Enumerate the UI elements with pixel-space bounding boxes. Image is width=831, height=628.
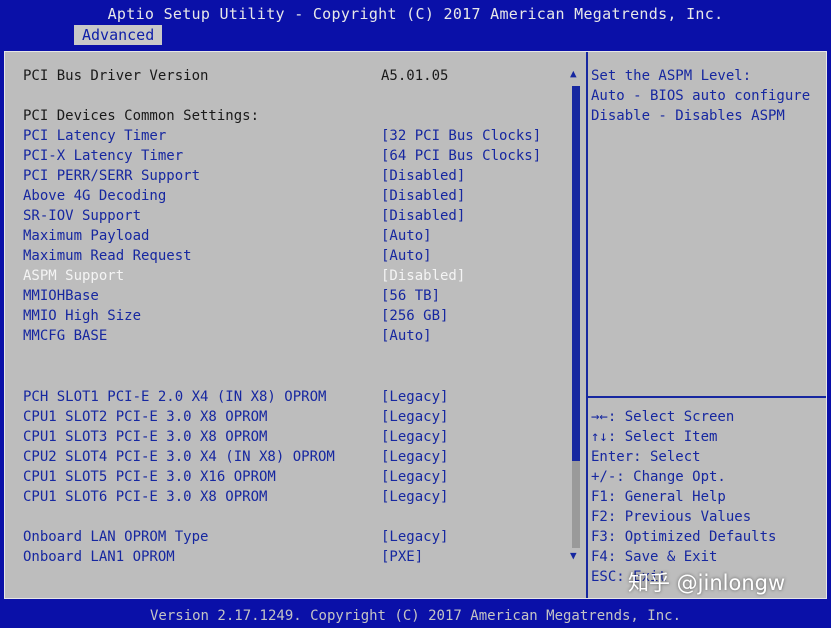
setting-label-cpu1-slot2-oprom[interactable]: CPU1 SLOT2 PCI-E 3.0 X8 OPROM <box>23 408 267 426</box>
setting-value-pci-perr-serr[interactable]: [Disabled] <box>381 167 465 185</box>
setting-value-sr-iov-support[interactable]: [Disabled] <box>381 207 465 225</box>
setting-label-sr-iov-support[interactable]: SR-IOV Support <box>23 207 141 225</box>
settings-panel: PCI Bus Driver Version A5.01.05 PCI Devi… <box>4 51 827 599</box>
setting-value-aspm-support[interactable]: [Disabled] <box>381 267 465 285</box>
setting-value-cpu1-slot2-oprom[interactable]: [Legacy] <box>381 408 448 426</box>
setting-value-maximum-read-request[interactable]: [Auto] <box>381 247 432 265</box>
setting-label-cpu1-slot6-oprom[interactable]: CPU1 SLOT6 PCI-E 3.0 X8 OPROM <box>23 488 267 506</box>
footer-version: Version 2.17.1249. Copyright (C) 2017 Am… <box>149 608 681 624</box>
watermark: 知乎 @jinlongw <box>628 571 786 595</box>
help-divider <box>588 396 826 398</box>
help-text-line: Disable - Disables ASPM <box>591 108 785 124</box>
window-title: Aptio Setup Utility - Copyright (C) 2017… <box>107 5 724 23</box>
setting-label-above-4g-decoding[interactable]: Above 4G Decoding <box>23 187 166 205</box>
setting-value-onboard-lan-oprom-type[interactable]: [Legacy] <box>381 528 448 546</box>
setting-label-cpu2-slot4-oprom[interactable]: CPU2 SLOT4 PCI-E 3.0 X4 (IN X8) OPROM <box>23 448 335 466</box>
key-hint-select-item: ↑↓: Select Item <box>591 429 718 445</box>
setting-label-cpu1-slot5-oprom[interactable]: CPU1 SLOT5 PCI-E 3.0 X16 OPROM <box>23 468 276 486</box>
key-hint-save-exit: F4: Save & Exit <box>591 549 718 565</box>
setting-label-onboard-lan-oprom-type[interactable]: Onboard LAN OPROM Type <box>23 528 208 546</box>
setting-value-pch-slot1-oprom[interactable]: [Legacy] <box>381 388 448 406</box>
setting-label-mmiohbase[interactable]: MMIOHBase <box>23 287 99 305</box>
setting-value-cpu1-slot6-oprom[interactable]: [Legacy] <box>381 488 448 506</box>
bios-screen: Aptio Setup Utility - Copyright (C) 2017… <box>0 0 831 628</box>
help-text-line: Set the ASPM Level: <box>591 68 752 84</box>
key-hint-enter: Enter: Select <box>591 449 701 465</box>
setting-label-maximum-read-request[interactable]: Maximum Read Request <box>23 247 192 265</box>
setting-label-cpu1-slot3-oprom[interactable]: CPU1 SLOT3 PCI-E 3.0 X8 OPROM <box>23 428 267 446</box>
scrollbar-thumb[interactable] <box>572 86 580 461</box>
setting-value-pci-bus-driver-version: A5.01.05 <box>381 68 449 84</box>
setting-label-pci-bus-driver-version: PCI Bus Driver Version <box>23 68 209 84</box>
setting-value-mmiohbase[interactable]: [56 TB] <box>381 287 440 305</box>
help-text-line: Auto - BIOS auto configure <box>591 88 811 104</box>
setting-label-pch-slot1-oprom[interactable]: PCH SLOT1 PCI-E 2.0 X4 (IN X8) OPROM <box>23 388 326 406</box>
setting-value-onboard-lan1-oprom[interactable]: [PXE] <box>381 548 423 566</box>
setting-label-maximum-payload[interactable]: Maximum Payload <box>23 227 149 245</box>
setting-value-pcix-latency-timer[interactable]: [64 PCI Bus Clocks] <box>381 147 541 165</box>
setting-label-onboard-lan1-oprom[interactable]: Onboard LAN1 OPROM <box>23 548 175 566</box>
scroll-up-icon[interactable]: ▲ <box>570 67 577 80</box>
setting-label-aspm-support[interactable]: ASPM Support <box>23 267 124 285</box>
setting-value-cpu2-slot4-oprom[interactable]: [Legacy] <box>381 448 448 466</box>
tab-advanced[interactable]: Advanced <box>74 25 163 45</box>
setting-value-maximum-payload[interactable]: [Auto] <box>381 227 432 245</box>
setting-label-pci-perr-serr[interactable]: PCI PERR/SERR Support <box>23 167 200 185</box>
setting-label-pci-latency-timer[interactable]: PCI Latency Timer <box>23 127 166 145</box>
title-bar: Aptio Setup Utility - Copyright (C) 2017… <box>0 0 831 47</box>
setting-value-cpu1-slot3-oprom[interactable]: [Legacy] <box>381 428 448 446</box>
setting-value-pci-latency-timer[interactable]: [32 PCI Bus Clocks] <box>381 127 541 145</box>
scroll-down-icon[interactable]: ▼ <box>570 549 577 562</box>
key-hint-select-screen: →←: Select Screen <box>591 409 735 425</box>
vertical-divider <box>586 52 588 598</box>
key-hint-general-help: F1: General Help <box>591 489 726 505</box>
setting-value-cpu1-slot5-oprom[interactable]: [Legacy] <box>381 468 448 486</box>
key-hint-previous-values: F2: Previous Values <box>591 509 752 525</box>
key-hint-change-opt: +/-: Change Opt. <box>591 469 726 485</box>
setting-label-mmio-high-size[interactable]: MMIO High Size <box>23 307 141 325</box>
setting-value-mmio-high-size[interactable]: [256 GB] <box>381 307 448 325</box>
setting-value-above-4g-decoding[interactable]: [Disabled] <box>381 187 465 205</box>
setting-label-mmcfg-base[interactable]: MMCFG BASE <box>23 327 107 345</box>
setting-label-pcix-latency-timer[interactable]: PCI-X Latency Timer <box>23 147 183 165</box>
setting-value-mmcfg-base[interactable]: [Auto] <box>381 327 432 345</box>
key-hint-optimized-defaults: F3: Optimized Defaults <box>591 529 777 545</box>
section-heading-pci-common: PCI Devices Common Settings: <box>23 108 260 124</box>
